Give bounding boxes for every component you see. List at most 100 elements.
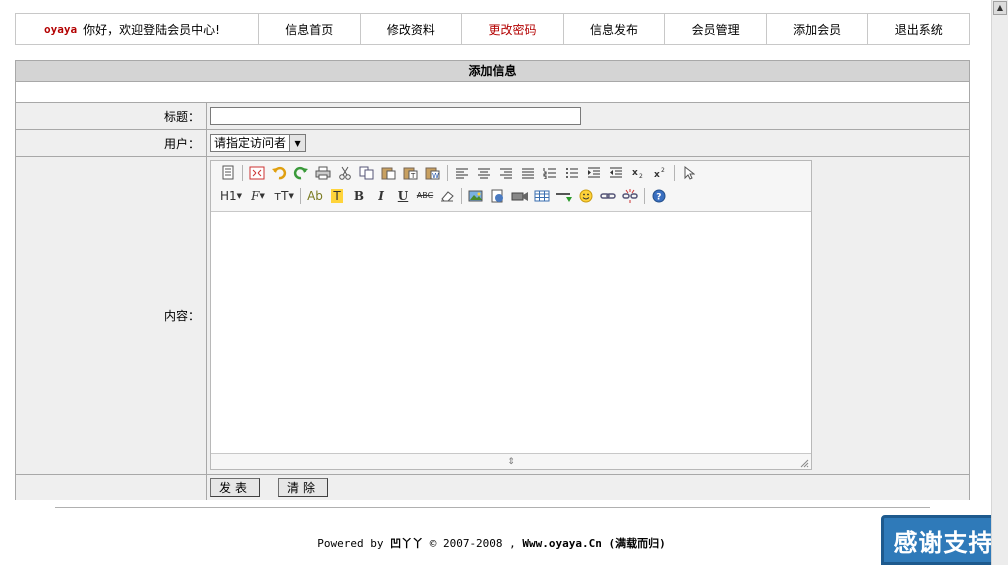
welcome-text: 你好，欢迎登陆会员中心! (83, 22, 220, 37)
insert-hr-icon[interactable] (553, 186, 575, 206)
source-code-icon[interactable] (217, 163, 239, 183)
svg-text:W: W (432, 172, 439, 180)
svg-text:x: x (654, 170, 660, 179)
outdent-icon[interactable] (605, 163, 627, 183)
chevron-down-icon[interactable]: ▼ (290, 135, 306, 151)
vertical-scrollbar[interactable]: ▲ (991, 0, 1008, 565)
font-size-label: тT (274, 188, 289, 203)
cut-icon[interactable] (334, 163, 356, 183)
align-center-icon[interactable] (473, 163, 495, 183)
title-field-cell (207, 103, 969, 129)
footer-name: 凹丫丫 (390, 537, 424, 550)
fullscreen-icon[interactable] (246, 163, 268, 183)
paste-icon[interactable] (378, 163, 400, 183)
redo-icon[interactable] (290, 163, 312, 183)
top-nav: oyaya 你好，欢迎登陆会员中心! 信息首页 修改资料 更改密码 信息发布 会… (15, 13, 970, 45)
italic-button[interactable]: I (370, 186, 392, 206)
subscript-icon[interactable]: x2 (627, 163, 649, 183)
add-info-form: 添加信息 标题： 用户： 请指定访问者 ▼ 内容： T W x 2 x 2 H1… (15, 60, 970, 500)
toolbar-separator (461, 187, 462, 204)
font-family-dropdown[interactable]: F ▼ (245, 186, 271, 206)
scroll-up-icon[interactable]: ▲ (993, 1, 1007, 15)
content-row: 内容： T W x 2 x 2 H1 ▼ F ▼ тT ▼ Ab T B I U… (16, 157, 969, 475)
toolbar-separator (242, 164, 243, 181)
actions-row: 发表 清除 (16, 475, 969, 500)
footer-slogan: (满载而归) (608, 537, 666, 550)
nav-item-logout[interactable]: 退出系统 (868, 14, 969, 44)
clear-button[interactable]: 清除 (278, 478, 329, 497)
footer-powered: Powered by (317, 537, 384, 550)
user-field-cell: 请指定访问者 ▼ (207, 130, 969, 156)
strikethrough-label: ABC (416, 191, 434, 200)
form-spacer-row (16, 82, 969, 103)
user-row: 用户： 请指定访问者 ▼ (16, 130, 969, 157)
toolbar-separator (674, 164, 675, 181)
toolbar-separator (644, 187, 645, 204)
insert-table-icon[interactable] (531, 186, 553, 206)
heading-label: H1 (219, 188, 237, 203)
nav-item-publish[interactable]: 信息发布 (564, 14, 666, 44)
nav-item-member-manage[interactable]: 会员管理 (665, 14, 767, 44)
svg-text:2: 2 (661, 167, 665, 174)
form-title: 添加信息 (16, 61, 969, 82)
undo-icon[interactable] (268, 163, 290, 183)
user-label: 用户： (16, 130, 207, 156)
thanks-badge[interactable]: 感谢支持 (881, 515, 1006, 565)
footer-copyright: © 2007-2008 , (429, 537, 516, 550)
font-color-label: Ab (307, 188, 323, 203)
svg-text:x: x (632, 168, 638, 178)
underline-button[interactable]: U (392, 186, 414, 206)
unordered-list-icon[interactable] (561, 163, 583, 183)
highlight-color-label: T (331, 188, 343, 203)
bold-button[interactable]: B (348, 186, 370, 206)
paste-word-icon[interactable]: W (422, 163, 444, 183)
insert-media-icon[interactable] (509, 186, 531, 206)
footer-site-link[interactable]: Www.oyaya.Cn (522, 537, 601, 550)
unlink-icon[interactable] (619, 186, 641, 206)
font-color-button[interactable]: Ab (304, 186, 326, 206)
strikethrough-button[interactable]: ABC (414, 186, 436, 206)
resize-corner-icon[interactable] (799, 458, 809, 468)
eraser-icon[interactable] (436, 186, 458, 206)
help-icon[interactable]: ? (648, 186, 670, 206)
svg-text:2: 2 (639, 173, 643, 179)
select-all-cursor-icon[interactable] (678, 163, 700, 183)
insert-image-icon[interactable] (465, 186, 487, 206)
insert-flash-icon[interactable] (487, 186, 509, 206)
heading-dropdown[interactable]: H1 ▼ (217, 186, 245, 206)
toolbar-separator (447, 164, 448, 181)
nav-item-home[interactable]: 信息首页 (259, 14, 361, 44)
link-icon[interactable] (597, 186, 619, 206)
superscript-icon[interactable]: x2 (649, 163, 671, 183)
highlight-color-button[interactable]: T (326, 186, 348, 206)
user-select-value: 请指定访问者 (211, 135, 291, 151)
actions-label-cell (16, 475, 207, 500)
indent-icon[interactable] (583, 163, 605, 183)
resize-grip-icon[interactable]: ⇕ (211, 454, 811, 469)
font-size-dropdown[interactable]: тT ▼ (271, 186, 297, 206)
align-right-icon[interactable] (495, 163, 517, 183)
underline-label: U (397, 188, 409, 203)
content-field-cell: T W x2 x2 H1 ▼ F ▼ тT ▼ Ab T B I U ABC ?… (207, 157, 969, 474)
bold-label: B (353, 188, 365, 203)
nav-item-change-password[interactable]: 更改密码 (462, 14, 564, 44)
title-input[interactable] (210, 107, 581, 125)
svg-text:?: ? (656, 192, 661, 202)
toolbar-separator (300, 187, 301, 204)
user-select[interactable]: 请指定访问者 ▼ (210, 134, 307, 152)
ordered-list-icon[interactable] (539, 163, 561, 183)
nav-item-add-member[interactable]: 添加会员 (767, 14, 869, 44)
title-label: 标题： (16, 103, 207, 129)
svg-text:T: T (410, 172, 416, 180)
submit-button[interactable]: 发表 (210, 478, 261, 497)
footer-divider (55, 507, 930, 508)
nav-item-edit-profile[interactable]: 修改资料 (361, 14, 463, 44)
print-icon[interactable] (312, 163, 334, 183)
paste-text-icon[interactable]: T (400, 163, 422, 183)
align-left-icon[interactable] (451, 163, 473, 183)
emoticon-icon[interactable] (575, 186, 597, 206)
align-justify-icon[interactable] (517, 163, 539, 183)
editor-content-area[interactable] (211, 211, 811, 454)
copy-icon[interactable] (356, 163, 378, 183)
italic-label: I (378, 188, 384, 203)
